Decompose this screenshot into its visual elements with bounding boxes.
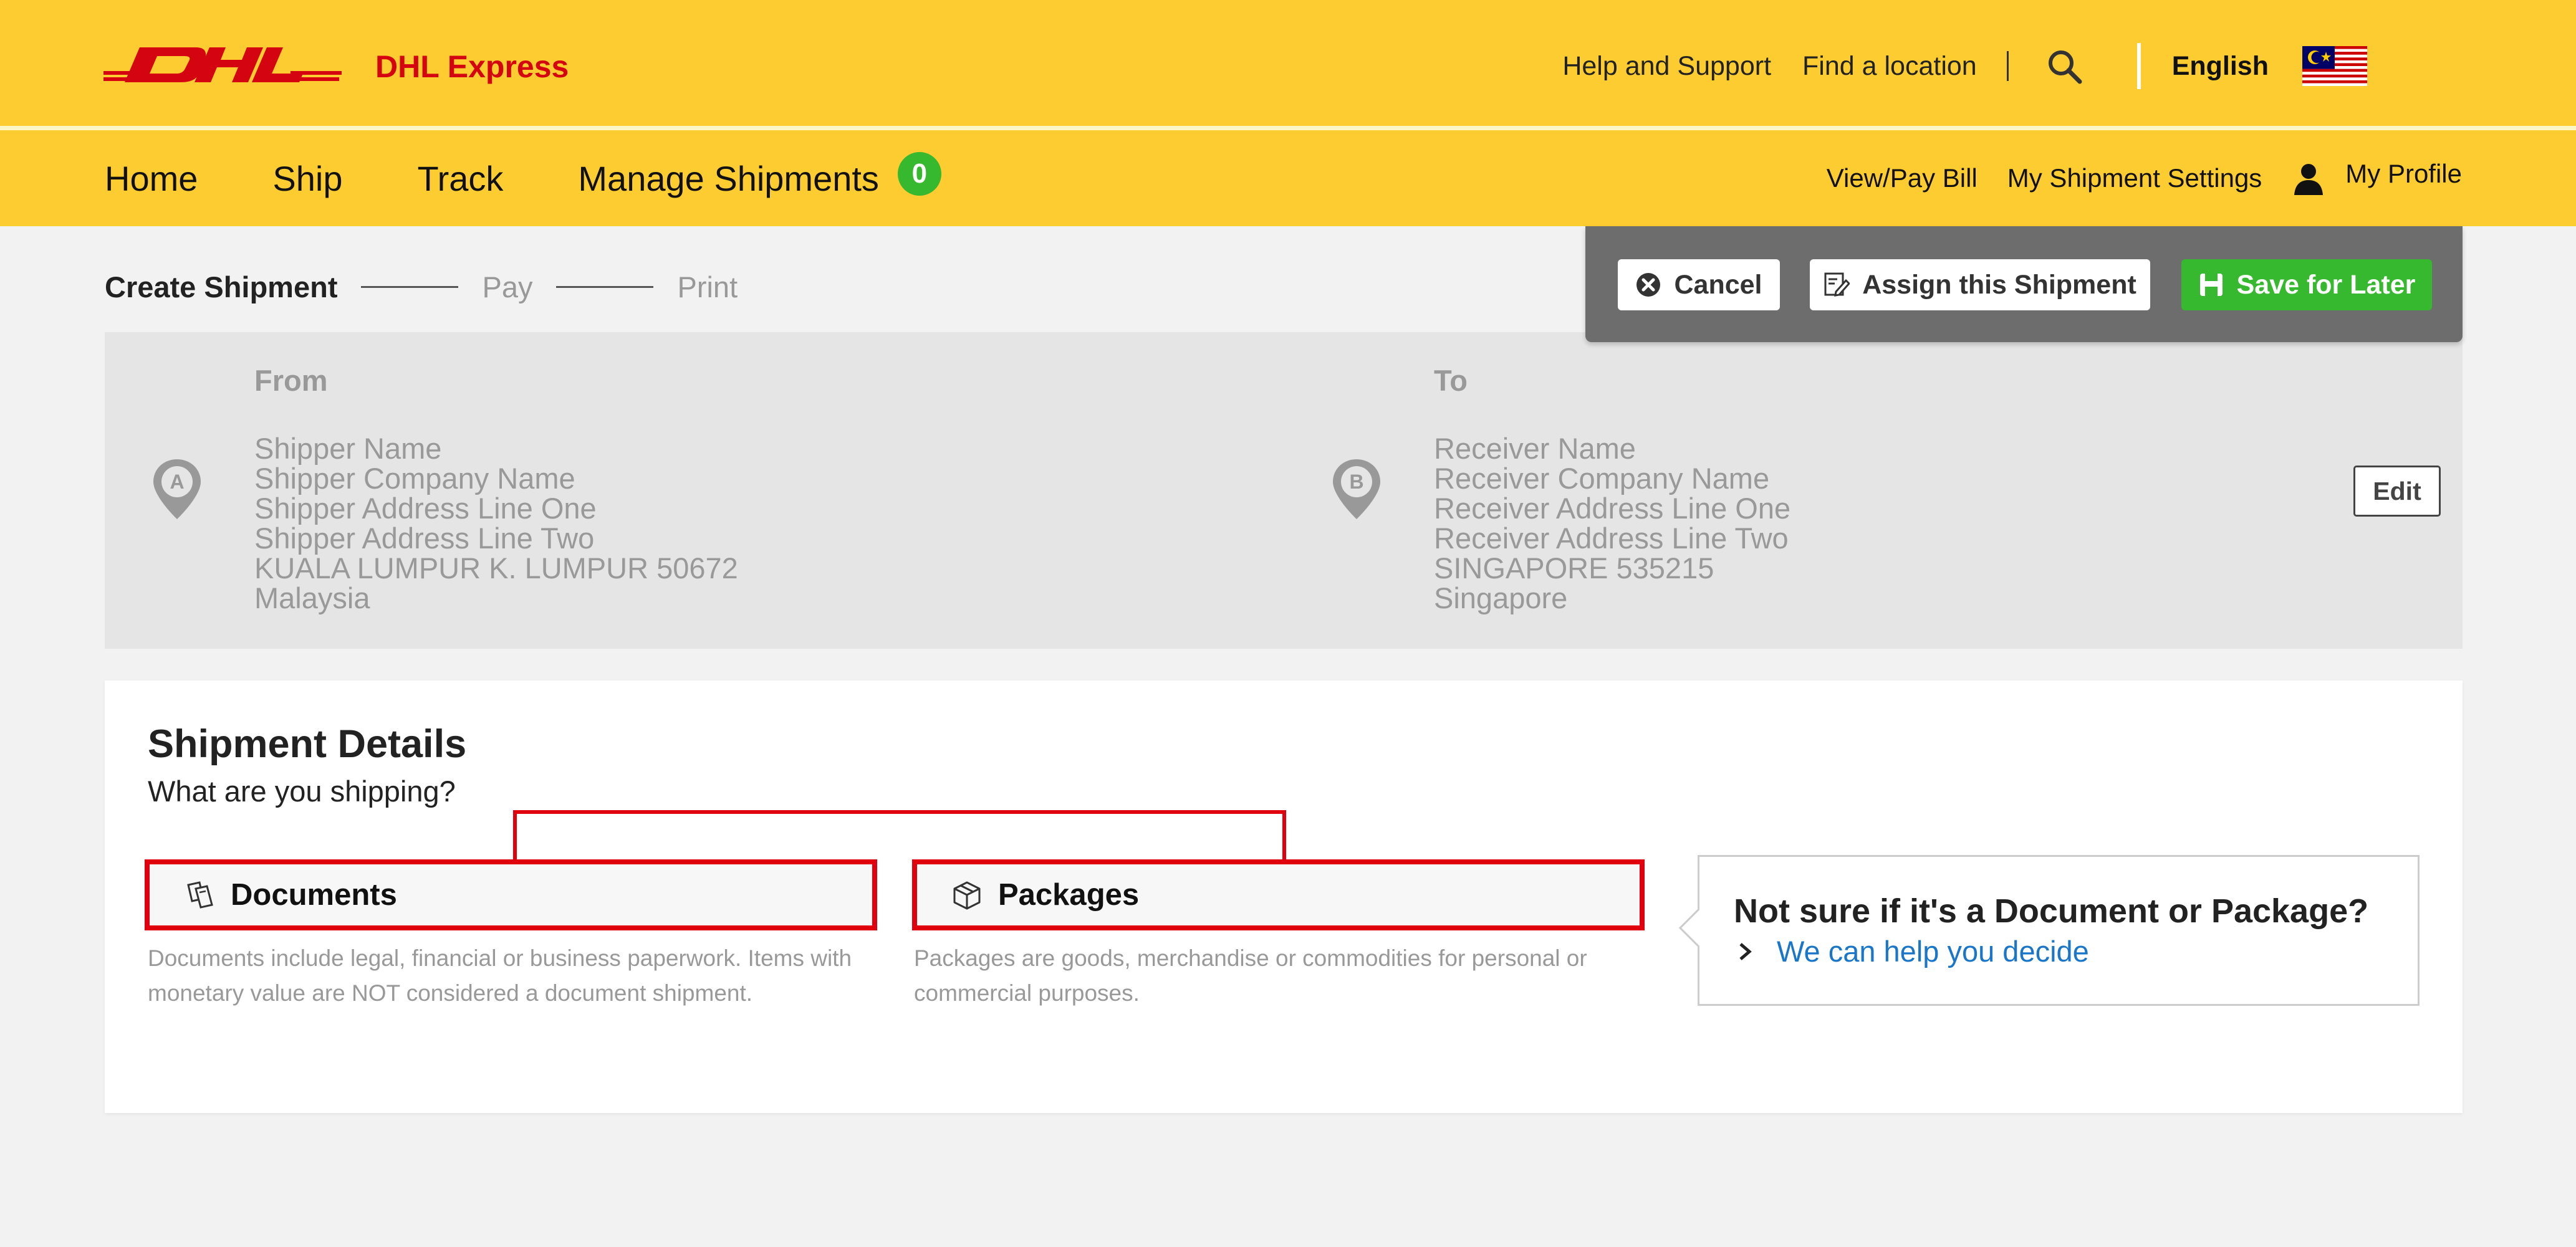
from-heading: From	[254, 364, 328, 397]
nav-ship[interactable]: Ship	[272, 158, 342, 199]
brand-name: DHL Express	[375, 49, 569, 84]
packages-label: Packages	[998, 878, 1140, 912]
shipper-name: Shipper Name	[254, 432, 442, 465]
step-create-shipment: Create Shipment	[105, 270, 338, 303]
nav-home[interactable]: Home	[105, 158, 198, 199]
header-divider	[2136, 43, 2141, 89]
edit-document-icon	[1824, 272, 1850, 297]
language-selector[interactable]: English	[2172, 51, 2269, 82]
nav-manage-shipments[interactable]: Manage Shipments	[578, 158, 879, 199]
nav-secondary: View/Pay Bill My Shipment Settings My Pr…	[1827, 130, 2462, 226]
help-box-pointer	[1678, 908, 1718, 948]
progress-steps: Create Shipment Pay Print	[105, 262, 738, 312]
documents-label: Documents	[231, 878, 397, 912]
user-icon[interactable]	[2292, 161, 2325, 195]
documents-option[interactable]: Documents	[145, 859, 877, 930]
shipper-city: KUALA LUMPUR K. LUMPUR 50672	[254, 552, 738, 585]
nav-track[interactable]: Track	[417, 158, 503, 199]
save-for-later-label: Save for Later	[2236, 269, 2416, 300]
svg-text:B: B	[1349, 471, 1363, 493]
svg-text:A: A	[170, 471, 184, 493]
close-circle-icon	[1636, 273, 1661, 297]
to-heading: To	[1434, 364, 1468, 397]
header-divider-line	[0, 126, 2576, 130]
from-address: From Shipper Name Shipper Company Name S…	[254, 363, 738, 613]
link-divider	[2006, 51, 2009, 81]
step-pay: Pay	[482, 270, 533, 303]
documents-description: Documents include legal, financial or bu…	[148, 945, 852, 1006]
to-address: To Receiver Name Receiver Company Name R…	[1434, 363, 1790, 613]
location-pin-a-icon: A	[153, 459, 201, 519]
view-pay-bill-link[interactable]: View/Pay Bill	[1827, 163, 1978, 193]
chevron-right-icon	[1739, 942, 1752, 960]
receiver-company: Receiver Company Name	[1434, 462, 1770, 495]
shipper-address-line-1: Shipper Address Line One	[254, 492, 597, 525]
nav-primary: Home Ship Track Manage Shipments 0	[105, 130, 941, 226]
manage-shipments-count-badge: 0	[897, 152, 941, 196]
shipper-address-line-2: Shipper Address Line Two	[254, 522, 595, 555]
documents-icon	[187, 881, 213, 909]
save-for-later-button[interactable]: Save for Later	[2181, 259, 2432, 310]
receiver-country: Singapore	[1434, 581, 1568, 614]
cancel-button[interactable]: Cancel	[1618, 259, 1780, 310]
shipment-actions-panel: Cancel Assign this Shipment Save for Lat…	[1585, 226, 2463, 342]
shipment-settings-link[interactable]: My Shipment Settings	[2007, 163, 2262, 193]
search-icon[interactable]	[2046, 48, 2082, 84]
location-pin-b-icon: B	[1333, 459, 1380, 519]
step-connector	[361, 285, 459, 288]
edit-address-button[interactable]: Edit	[2353, 466, 2441, 517]
shipper-company: Shipper Company Name	[254, 462, 575, 495]
highlight-connector	[513, 810, 1286, 860]
help-link-row[interactable]: We can help you decide	[1737, 934, 2089, 968]
cancel-button-label: Cancel	[1674, 269, 1762, 300]
step-connector	[556, 285, 654, 288]
my-profile-link[interactable]: My Profile	[2345, 159, 2462, 189]
shipper-country: Malaysia	[254, 581, 370, 614]
package-box-icon	[953, 881, 981, 910]
top-header: DHL Express Help and Support Find a loca…	[0, 0, 2576, 126]
assign-shipment-label: Assign this Shipment	[1862, 269, 2136, 300]
assign-shipment-button[interactable]: Assign this Shipment	[1810, 259, 2150, 310]
section-subtitle: What are you shipping?	[148, 775, 456, 808]
packages-description: Packages are goods, merchandise or commo…	[914, 945, 1587, 1006]
help-and-support-link[interactable]: Help and Support	[1562, 51, 1771, 82]
save-icon	[2199, 274, 2223, 296]
receiver-address-line-1: Receiver Address Line One	[1434, 492, 1791, 525]
step-print: Print	[677, 270, 738, 303]
receiver-name: Receiver Name	[1434, 432, 1636, 465]
section-title: Shipment Details	[148, 722, 467, 766]
main-nav: Home Ship Track Manage Shipments 0 View/…	[0, 130, 2576, 226]
packages-option[interactable]: Packages	[912, 859, 1645, 930]
receiver-city: SINGAPORE 535215	[1434, 552, 1714, 585]
address-panel: A From Shipper Name Shipper Company Name…	[105, 332, 2463, 649]
receiver-address-line-2: Receiver Address Line Two	[1434, 522, 1789, 555]
find-location-link[interactable]: Find a location	[1802, 51, 1977, 82]
help-decide-link[interactable]: We can help you decide	[1777, 934, 2089, 968]
shipment-details-card: Shipment Details What are you shipping? …	[105, 681, 2463, 1113]
help-box-title: Not sure if it's a Document or Package?	[1734, 892, 2369, 930]
dhl-logo[interactable]	[103, 39, 342, 88]
malaysia-flag-icon[interactable]	[2302, 46, 2367, 86]
help-decide-box: Not sure if it's a Document or Package? …	[1678, 855, 2420, 1006]
top-links: Help and Support Find a location English	[1562, 41, 2367, 91]
